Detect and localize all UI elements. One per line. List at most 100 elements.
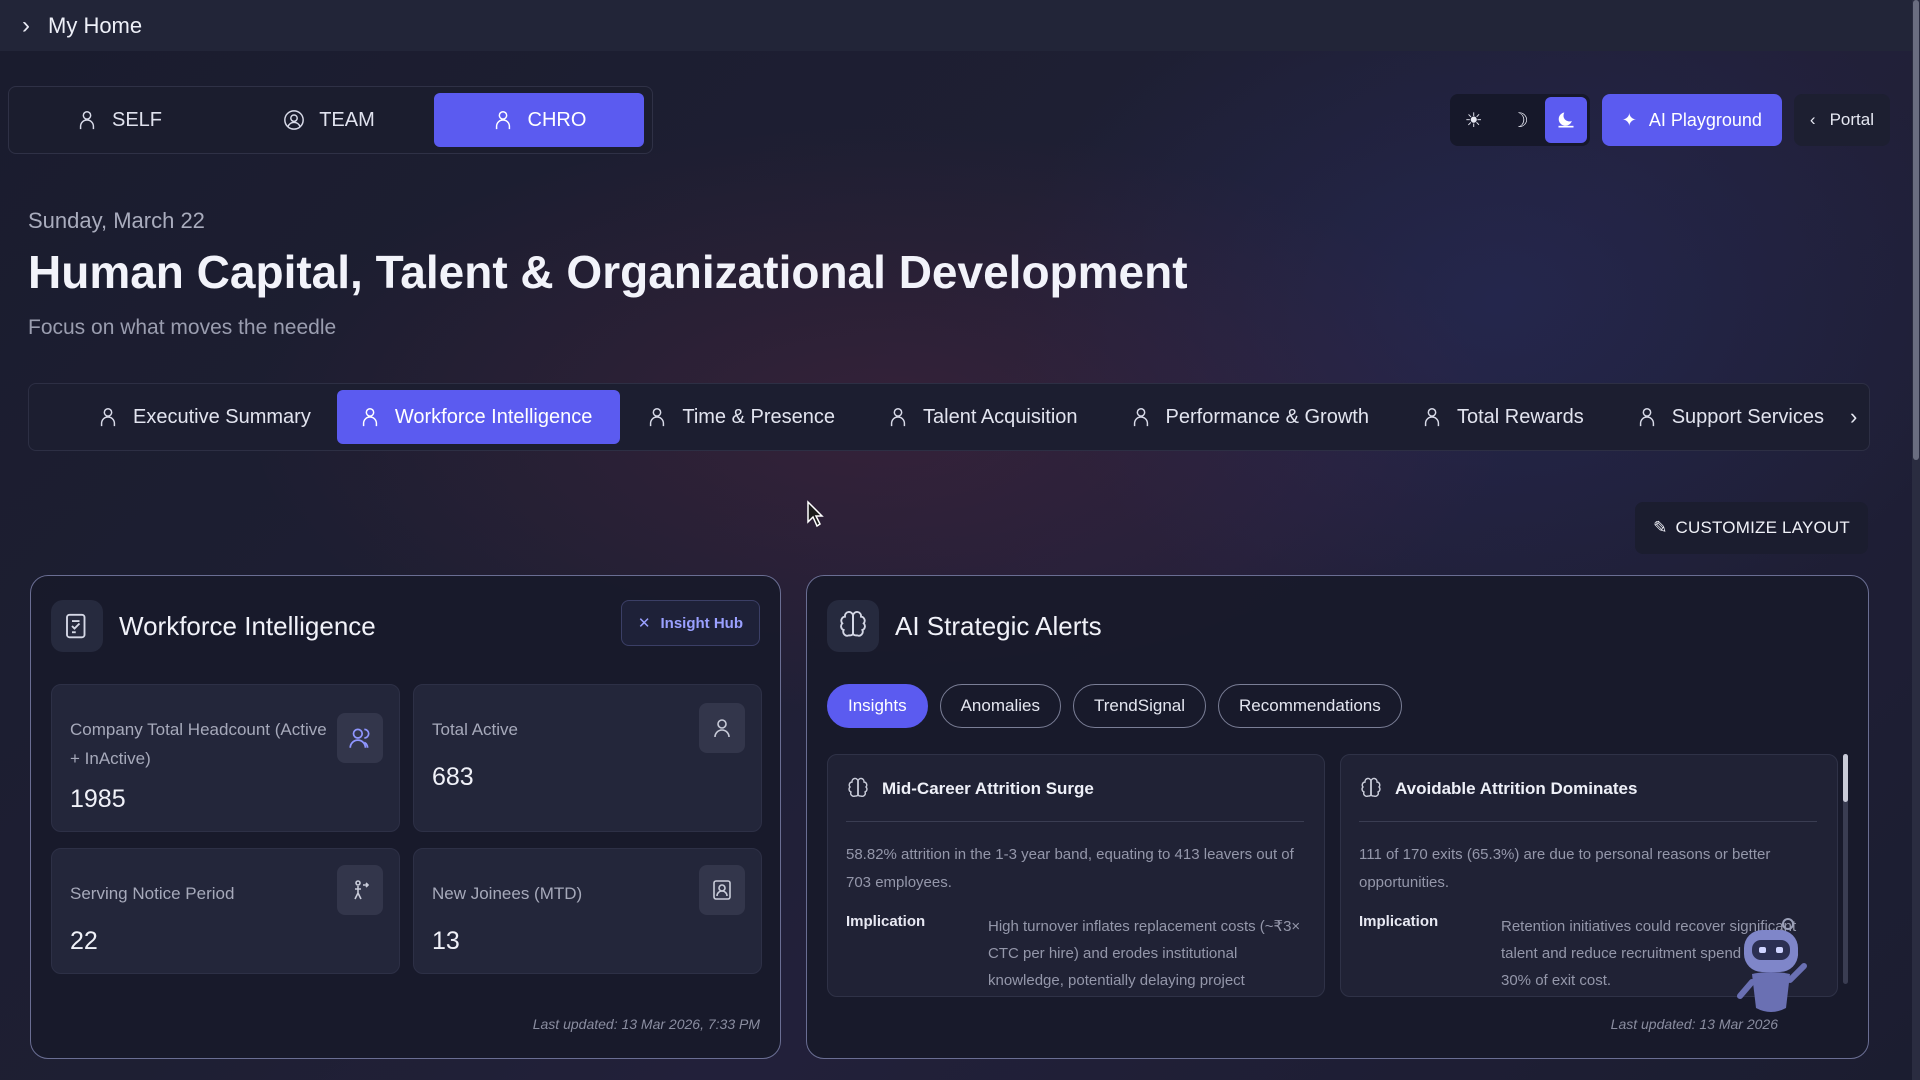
implication-label: Implication [846, 913, 926, 930]
pill-recommendations[interactable]: Recommendations [1218, 684, 1402, 728]
alert-card[interactable]: Mid-Career Attrition Surge 58.82% attrit… [827, 754, 1325, 997]
role-self-button[interactable]: SELF [14, 93, 224, 147]
ai-strategic-alerts-panel: AI Strategic Alerts Insights Anomalies T… [806, 575, 1869, 1059]
role-chro-label: CHRO [527, 108, 587, 131]
chevron-right-icon[interactable]: › [22, 13, 30, 38]
person-icon [100, 408, 116, 427]
serving-notice-card[interactable]: Serving Notice Period 22 [51, 848, 400, 974]
card-value: 683 [432, 763, 474, 791]
exit-icon [337, 865, 383, 915]
customize-layout-label: CUSTOMIZE LAYOUT [1675, 518, 1850, 537]
headcount-card[interactable]: Company Total Headcount (Active + InActi… [51, 684, 400, 832]
insight-hub-label: Insight Hub [660, 614, 744, 632]
card-label: Total Active [432, 720, 518, 739]
workforce-intelligence-panel: Workforce Intelligence ✕ Insight Hub Com… [30, 575, 781, 1059]
hub-icon: ✕ [637, 615, 651, 632]
alert-title: Avoidable Attrition Dominates [1395, 779, 1638, 798]
brain-icon [827, 600, 879, 652]
user-circle-icon [284, 110, 305, 130]
person-icon [79, 111, 95, 130]
dusk-theme-icon[interactable] [1544, 97, 1587, 143]
alert-header: Mid-Career Attrition Surge [846, 777, 1094, 801]
brain-icon [848, 777, 868, 797]
tab-label: Total Rewards [1456, 405, 1584, 428]
person-icon [495, 111, 510, 130]
implication-label: Implication [1359, 913, 1439, 930]
tab-label: Executive Summary [133, 405, 311, 428]
sparkle-icon: ✦ [1621, 109, 1637, 130]
new-joinees-card[interactable]: New Joinees (MTD) 13 [413, 848, 762, 974]
card-label: New Joinees (MTD) [432, 884, 583, 903]
tab-executive-summary[interactable]: Executive Summary [65, 390, 337, 444]
brain-icon [1361, 777, 1381, 797]
alert-body: 58.82% attrition in the 1-3 year band, e… [846, 846, 1294, 891]
role-self-label: SELF [111, 108, 163, 131]
tab-total-rewards[interactable]: Total Rewards [1395, 390, 1610, 444]
role-team-button[interactable]: TEAM [224, 93, 434, 147]
tab-talent-acquisition[interactable]: Talent Acquisition [861, 390, 1104, 444]
theme-switcher: ☀ ☽ [1449, 94, 1590, 146]
tabs-next-chevron-icon[interactable]: › [1850, 404, 1857, 430]
implication-text: High turnover inflates replacement costs… [988, 918, 1301, 989]
page-scrollbar-thumb[interactable] [1913, 0, 1919, 460]
tab-label: Talent Acquisition [923, 405, 1078, 428]
tab-label: Workforce Intelligence [394, 405, 593, 428]
card-value: 1985 [70, 785, 126, 813]
page-subtitle: Focus on what moves the needle [28, 316, 337, 339]
header-controls: ☀ ☽ ✦ AI Playground ‹ Portal [1449, 94, 1890, 146]
moon-icon[interactable]: ☽ [1499, 97, 1541, 143]
alert-header: Avoidable Attrition Dominates [1359, 777, 1637, 801]
chatbot-assistant-icon[interactable] [1732, 916, 1812, 1026]
page-breadcrumb-title: My Home [48, 12, 143, 38]
panel-header: Workforce Intelligence [51, 600, 376, 652]
panel-title: AI Strategic Alerts [895, 610, 1102, 641]
last-updated: Last updated: 13 Mar 2026, 7:33 PM [532, 1016, 760, 1032]
card-value: 22 [70, 927, 98, 955]
person-icon [1639, 408, 1654, 427]
pill-anomalies[interactable]: Anomalies [939, 684, 1061, 728]
role-switcher: SELF TEAM CHRO [8, 86, 653, 154]
insight-hub-button[interactable]: ✕ Insight Hub [620, 600, 760, 646]
ai-playground-label: AI Playground [1648, 109, 1762, 130]
alert-body: 111 of 170 exits (65.3%) are due to pers… [1359, 846, 1771, 891]
person-icon [699, 703, 745, 753]
card-label: Serving Notice Period [70, 884, 235, 903]
alert-title: Mid-Career Attrition Surge [882, 779, 1094, 798]
report-chart-icon [51, 600, 103, 652]
ai-playground-button[interactable]: ✦ AI Playground [1601, 94, 1782, 146]
tab-label: Performance & Growth [1165, 405, 1369, 428]
customize-layout-button[interactable]: ✎ CUSTOMIZE LAYOUT [1635, 502, 1868, 554]
tab-workforce-intelligence[interactable]: Workforce Intelligence [336, 390, 621, 444]
portal-button[interactable]: ‹ Portal [1793, 94, 1890, 146]
page-title: Human Capital, Talent & Organizational D… [28, 246, 1188, 298]
people-icon [337, 713, 383, 763]
total-active-card[interactable]: Total Active 683 [413, 684, 762, 832]
person-icon [362, 408, 377, 427]
divider [846, 821, 1304, 822]
alert-filter-pills: Insights Anomalies TrendSignal Recommend… [827, 684, 1402, 728]
portal-label: Portal [1829, 110, 1874, 129]
role-chro-button[interactable]: CHRO [434, 93, 644, 147]
chevron-left-icon: ‹ [1809, 110, 1816, 129]
card-value: 13 [432, 927, 460, 955]
pill-insights[interactable]: Insights [827, 684, 928, 728]
top-bar: › My Home [0, 0, 1920, 51]
person-icon [650, 408, 665, 427]
tab-performance-growth[interactable]: Performance & Growth [1104, 390, 1395, 444]
tab-support-services[interactable]: Support Services [1610, 390, 1850, 444]
tab-time-presence[interactable]: Time & Presence [620, 390, 861, 444]
divider [1359, 821, 1817, 822]
new-joinee-icon [699, 865, 745, 915]
current-date: Sunday, March 22 [28, 208, 205, 233]
card-label: Company Total Headcount (Active + InActi… [70, 720, 327, 768]
mouse-cursor-icon [807, 500, 824, 528]
panel-title: Workforce Intelligence [119, 610, 376, 641]
pill-trendsignal[interactable]: TrendSignal [1072, 684, 1207, 728]
tab-label: Time & Presence [682, 405, 835, 428]
sun-icon[interactable]: ☀ [1453, 97, 1495, 143]
section-tabs: Executive Summary Workforce Intelligence… [28, 383, 1870, 451]
tab-label: Support Services [1671, 405, 1824, 428]
person-icon [890, 408, 906, 427]
alerts-scrollbar-thumb[interactable] [1843, 754, 1848, 802]
pencil-icon: ✎ [1653, 518, 1668, 537]
